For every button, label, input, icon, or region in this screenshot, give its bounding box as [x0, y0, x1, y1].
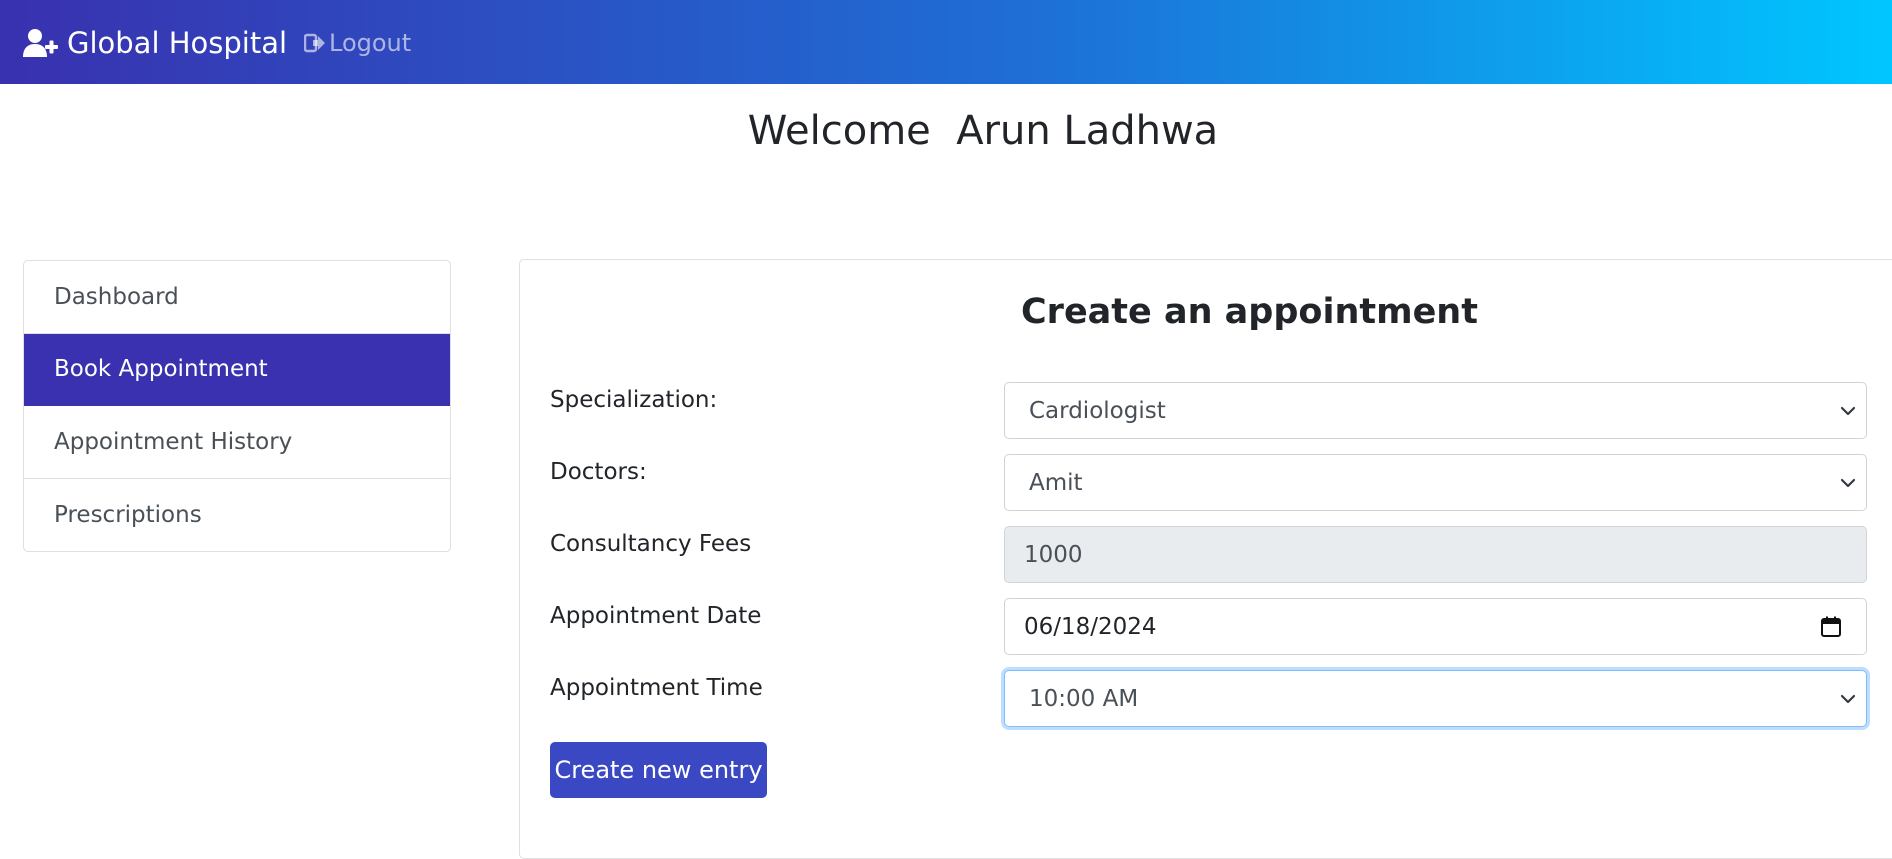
sidebar-item-appointment-history[interactable]: Appointment History: [24, 406, 450, 479]
form-title: Create an appointment: [1021, 292, 1478, 332]
time-label: Appointment Time: [550, 675, 763, 701]
specialization-label: Specialization:: [550, 387, 718, 413]
brand-link[interactable]: Global Hospital: [23, 24, 287, 62]
date-value: 06/18/2024: [1024, 613, 1157, 640]
sidebar-item-prescriptions[interactable]: Prescriptions: [24, 479, 450, 552]
brand-name: Global Hospital: [67, 26, 288, 60]
time-select[interactable]: 10:00 AM: [1004, 670, 1867, 727]
fees-field: 1000: [1004, 526, 1867, 583]
specialization-value: Cardiologist: [1029, 397, 1166, 424]
sign-out-icon: [304, 33, 326, 53]
sidebar-item-dashboard[interactable]: Dashboard: [24, 261, 450, 334]
doctors-value: Amit: [1029, 469, 1083, 496]
doctors-select[interactable]: Amit: [1004, 454, 1867, 511]
logout-label: Logout: [329, 29, 412, 57]
user-plus-icon: [23, 28, 59, 58]
fees-value: 1000: [1024, 541, 1083, 568]
date-label: Appointment Date: [550, 603, 762, 629]
fees-label: Consultancy Fees: [550, 531, 752, 557]
navbar: Global Hospital Logout: [0, 0, 1892, 84]
sidebar: Dashboard Book Appointment Appointment H…: [23, 260, 451, 552]
create-entry-button[interactable]: Create new entry: [550, 742, 767, 798]
time-value: 10:00 AM: [1029, 685, 1139, 712]
welcome-heading: Welcome Arun Ladhwa: [747, 108, 1219, 154]
date-input[interactable]: 06/18/2024: [1004, 598, 1867, 655]
logout-link[interactable]: Logout: [304, 28, 411, 58]
doctors-label: Doctors:: [550, 459, 647, 485]
specialization-select[interactable]: Cardiologist: [1004, 382, 1867, 439]
sidebar-item-book-appointment[interactable]: Book Appointment: [24, 333, 450, 406]
